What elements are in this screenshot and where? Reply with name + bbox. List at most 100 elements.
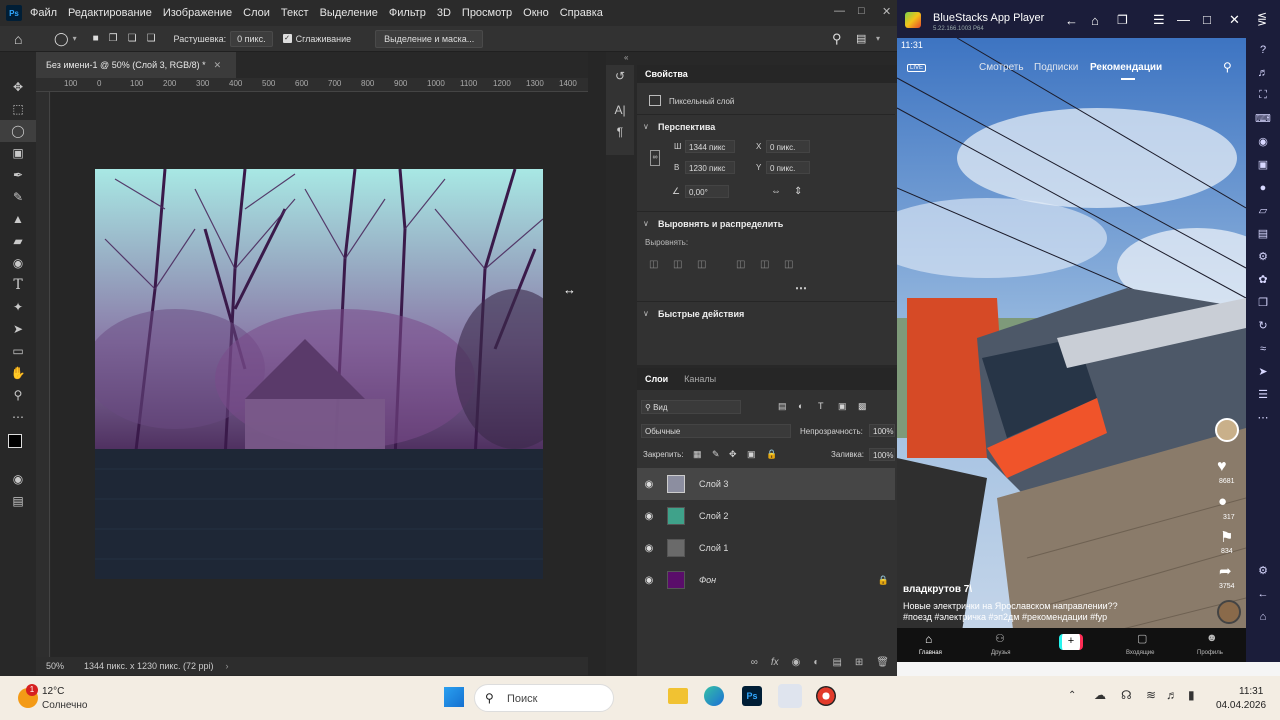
bookmark-icon[interactable]: ⚑ bbox=[1220, 528, 1233, 546]
friends-icon[interactable]: ⚇ bbox=[995, 632, 1005, 645]
marquee-tool-icon[interactable]: ⬚ bbox=[0, 98, 36, 120]
photoshop-taskbar-icon[interactable]: Ps bbox=[742, 686, 762, 706]
quick-mask-icon[interactable]: ◉ bbox=[0, 468, 36, 490]
recent-apps-icon[interactable]: ❐ bbox=[1117, 13, 1128, 27]
screenshot-icon[interactable]: ▣ bbox=[1246, 153, 1280, 176]
menu-select[interactable]: Выделение bbox=[320, 7, 378, 19]
keyboard-icon[interactable]: ⌨ bbox=[1246, 107, 1280, 130]
menu-edit[interactable]: Редактирование bbox=[68, 7, 152, 19]
vertical-ruler[interactable] bbox=[36, 92, 50, 657]
select-mask-button[interactable]: Выделение и маска... bbox=[375, 29, 484, 48]
inbox-icon[interactable]: ▢ bbox=[1137, 632, 1147, 645]
clock-date[interactable]: 04.04.2026 bbox=[1216, 700, 1266, 711]
rotate-icon[interactable]: ↻ bbox=[1246, 314, 1280, 337]
blur-tool-icon[interactable]: ◉ bbox=[0, 252, 36, 274]
nav-inbox[interactable]: Входящие bbox=[1126, 650, 1154, 656]
layer-filter-select[interactable]: ⚲ Вид bbox=[641, 400, 741, 414]
object-select-tool-icon[interactable]: ▣ bbox=[0, 142, 36, 164]
properties-tab[interactable]: Свойства bbox=[637, 65, 897, 83]
weather-text[interactable]: Солнечно bbox=[42, 700, 87, 711]
rectangle-tool-icon[interactable]: ▭ bbox=[0, 340, 36, 362]
eye-icon[interactable]: ◉ bbox=[637, 511, 661, 522]
back-icon[interactable]: ← bbox=[1065, 13, 1078, 28]
layer-row[interactable]: ◉ Слой 2 bbox=[637, 500, 895, 532]
eco-icon[interactable]: ✿ bbox=[1246, 268, 1280, 291]
gamepad-icon[interactable]: ◉ bbox=[1246, 130, 1280, 153]
volume-icon[interactable]: ♬ bbox=[1246, 61, 1280, 84]
menu-image[interactable]: Изображение bbox=[163, 7, 232, 19]
history-icon[interactable]: ↺ bbox=[606, 65, 634, 87]
macro-icon[interactable]: ⚙ bbox=[1246, 245, 1280, 268]
lasso-icon[interactable]: ◯ bbox=[54, 31, 69, 47]
search-icon[interactable]: ⚲ bbox=[1223, 60, 1232, 74]
back-icon[interactable]: ← bbox=[1246, 582, 1280, 605]
paragraph-icon[interactable]: ¶ bbox=[606, 121, 634, 143]
maximize-icon[interactable]: □ bbox=[858, 5, 865, 17]
home-icon[interactable]: ⌂ bbox=[1091, 13, 1099, 28]
wifi-icon[interactable]: ≋ bbox=[1146, 688, 1156, 702]
align-section-title[interactable]: Выровнять и распределить bbox=[658, 219, 783, 229]
layer-row[interactable]: ◉ Слой 1 bbox=[637, 532, 895, 564]
eye-icon[interactable]: ◉ bbox=[637, 575, 661, 586]
chevron-up-icon[interactable]: ⌃ bbox=[1068, 690, 1076, 701]
maximize-icon[interactable]: □ bbox=[1203, 12, 1211, 27]
location-icon[interactable]: ➤ bbox=[1246, 360, 1280, 383]
transform-section-title[interactable]: Перспектива bbox=[658, 122, 715, 132]
search-icon[interactable]: ⚲ bbox=[832, 31, 842, 47]
tab-layers[interactable]: Слои bbox=[645, 374, 668, 384]
height-field[interactable]: 1230 пикс bbox=[685, 161, 735, 174]
more-icon[interactable]: ⋯ bbox=[1246, 406, 1280, 429]
apk-icon[interactable]: ▱ bbox=[1246, 199, 1280, 222]
chevron-down-icon[interactable]: ∨ bbox=[643, 309, 649, 318]
menu-layers[interactable]: Слои bbox=[243, 7, 270, 19]
filter-type-icon[interactable]: T bbox=[818, 401, 824, 411]
heart-icon[interactable]: ♥ bbox=[1217, 458, 1227, 476]
link-icon[interactable]: ∞ bbox=[650, 150, 660, 166]
brush-tool-icon[interactable]: ✎ bbox=[0, 186, 36, 208]
minimize-icon[interactable]: — bbox=[834, 5, 845, 17]
align-hcenter-icon[interactable]: ◫ bbox=[673, 259, 682, 270]
profile-icon[interactable]: ☻ bbox=[1206, 632, 1218, 644]
move-tool-icon[interactable]: ✥ bbox=[0, 76, 36, 98]
fullscreen-icon[interactable]: ⛶ bbox=[1246, 84, 1280, 107]
microphone-icon[interactable]: ☊ bbox=[1121, 688, 1132, 702]
lasso-tool-icon[interactable]: ◯ bbox=[0, 120, 36, 142]
menu-filter[interactable]: Фильтр bbox=[389, 7, 426, 19]
zoom-tool-icon[interactable]: ⚲ bbox=[0, 384, 36, 406]
new-layer-icon[interactable]: ⊞ bbox=[855, 657, 863, 668]
lock-artboard-icon[interactable]: ▣ bbox=[747, 449, 756, 460]
align-bottom-icon[interactable]: ◫ bbox=[784, 259, 793, 270]
eraser-tool-icon[interactable]: ▰ bbox=[0, 230, 36, 252]
music-disc-icon[interactable] bbox=[1217, 600, 1241, 624]
lock-transparent-icon[interactable]: ▦ bbox=[693, 449, 702, 460]
nav-friends[interactable]: Друзья bbox=[991, 650, 1010, 656]
close-tab-icon[interactable]: ✕ bbox=[214, 60, 222, 71]
opacity-field[interactable]: 100% bbox=[869, 424, 895, 437]
menu-window[interactable]: Окно bbox=[523, 7, 549, 19]
menu-icon[interactable]: ☰ bbox=[1153, 12, 1165, 28]
search-box[interactable]: ⚲ Поиск bbox=[474, 684, 614, 712]
filter-shape-icon[interactable]: ▣ bbox=[838, 401, 847, 412]
cloud-icon[interactable]: ☁ bbox=[1094, 688, 1106, 702]
collapse-icon[interactable]: « bbox=[624, 53, 628, 62]
app-icon[interactable] bbox=[816, 686, 836, 706]
create-button[interactable]: + bbox=[1059, 634, 1083, 650]
align-left-icon[interactable]: ◫ bbox=[649, 259, 658, 270]
menu-3d[interactable]: 3D bbox=[437, 7, 451, 19]
shake-icon[interactable]: ≈ bbox=[1246, 337, 1280, 360]
home-icon[interactable]: ⌂ bbox=[14, 31, 40, 47]
align-top-icon[interactable]: ◫ bbox=[736, 259, 745, 270]
comment-icon[interactable]: ● bbox=[1218, 493, 1227, 510]
subtract-selection-icon[interactable]: ❏ bbox=[128, 33, 137, 44]
author-name[interactable]: владкрутов 7\ bbox=[903, 584, 972, 595]
share-icon[interactable]: ➦ bbox=[1219, 562, 1232, 580]
menu-view[interactable]: Просмотр bbox=[462, 7, 512, 19]
link-layers-icon[interactable]: ∞ bbox=[751, 657, 758, 668]
close-icon[interactable]: ✕ bbox=[1229, 12, 1240, 28]
settings-icon[interactable]: ⚙ bbox=[1246, 559, 1280, 582]
horizontal-ruler[interactable]: 100 0 100 200 300 400 500 600 700 800 90… bbox=[36, 78, 588, 92]
chevron-down-icon[interactable]: ∨ bbox=[643, 219, 649, 228]
document-canvas[interactable] bbox=[95, 169, 543, 579]
adjustment-layer-icon[interactable]: ◐ bbox=[813, 657, 819, 668]
nav-home[interactable]: Главная bbox=[919, 650, 942, 656]
